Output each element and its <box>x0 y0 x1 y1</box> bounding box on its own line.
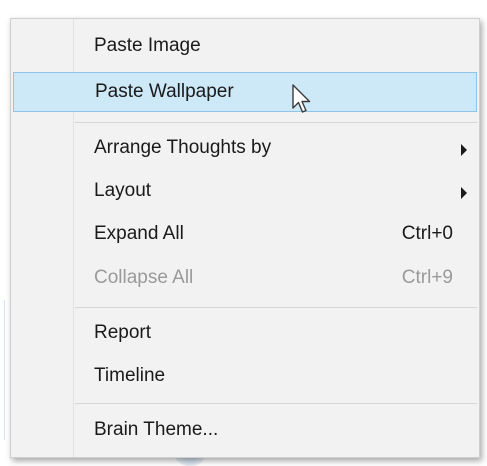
screen: Paste Image Paste Wallpaper Arrange Thou… <box>0 0 487 466</box>
menu-item-label: Layout <box>94 180 152 201</box>
menu-item-label: Collapse All <box>94 267 194 288</box>
menu-item-expand-all[interactable]: Expand All Ctrl+0 <box>13 215 477 255</box>
menu-item-brain-theme[interactable]: Brain Theme... <box>13 411 477 451</box>
menu-item-layout[interactable]: Layout <box>13 172 477 212</box>
menu-item-label: Paste Image <box>94 35 201 56</box>
app-background-edge <box>4 300 5 440</box>
mouse-pointer-icon <box>292 84 311 113</box>
app-background <box>0 0 487 10</box>
menu-item-paste-wallpaper[interactable]: Paste Wallpaper <box>13 72 477 112</box>
menu-item-collapse-all: Collapse All Ctrl+9 <box>13 259 477 299</box>
chevron-right-icon <box>461 187 467 199</box>
menu-item-arrange-thoughts-by[interactable]: Arrange Thoughts by <box>13 129 477 169</box>
menu-item-label: Paste Wallpaper <box>95 81 234 102</box>
menu-item-label: Arrange Thoughts by <box>94 137 272 158</box>
menu-separator <box>75 307 477 308</box>
chevron-right-icon <box>461 144 467 156</box>
menu-item-shortcut: Ctrl+9 <box>401 267 453 288</box>
context-menu: Paste Image Paste Wallpaper Arrange Thou… <box>10 18 480 458</box>
menu-separator <box>75 122 477 123</box>
menu-item-label: Brain Theme... <box>94 419 219 440</box>
menu-separator <box>75 403 477 404</box>
menu-item-paste-image[interactable]: Paste Image <box>13 27 477 67</box>
menu-item-label: Expand All <box>94 223 184 244</box>
menu-item-label: Report <box>94 322 152 343</box>
menu-item-timeline[interactable]: Timeline <box>13 357 477 397</box>
menu-item-label: Timeline <box>94 365 166 386</box>
menu-item-shortcut: Ctrl+0 <box>401 223 453 244</box>
menu-item-report[interactable]: Report <box>13 314 477 354</box>
